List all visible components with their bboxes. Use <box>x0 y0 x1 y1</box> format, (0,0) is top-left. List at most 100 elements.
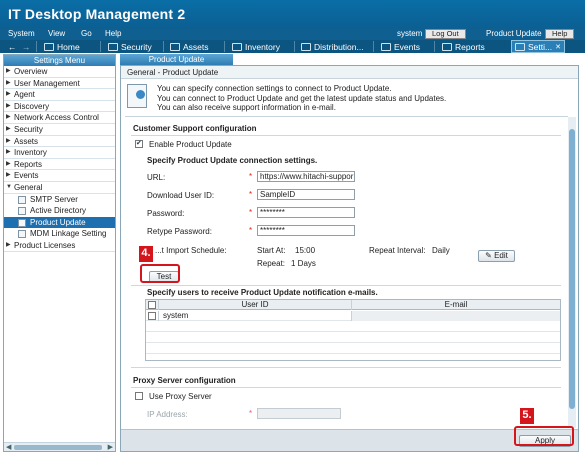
distribution-tab[interactable]: Distribution... <box>301 40 364 53</box>
enable-product-update-checkbox[interactable] <box>135 139 143 148</box>
table-row <box>146 333 560 343</box>
sidebar-item-overview[interactable]: ▶ Overview <box>4 66 115 78</box>
expand-arrow-icon: ▶ <box>6 241 11 248</box>
menu-go[interactable]: Go <box>81 29 92 38</box>
required-marker: * <box>249 208 253 217</box>
edit-button-label: Edit <box>494 251 508 260</box>
sidebar-item-product-update[interactable]: Product Update <box>4 216 115 229</box>
action-bar: Apply <box>121 429 578 451</box>
scrollbar-thumb[interactable] <box>14 445 102 450</box>
distribution-icon <box>301 42 311 51</box>
download-user-id-input[interactable]: SampleID <box>257 189 355 200</box>
assets-tab[interactable]: Assets <box>170 40 209 53</box>
menu-help[interactable]: Help <box>105 29 121 38</box>
app-title: IT Desktop Management 2 <box>8 6 186 22</box>
sidebar-item-label: Events <box>14 171 39 181</box>
table-row <box>146 344 560 354</box>
sidebar-item-product-licenses[interactable]: ▶ Product Licenses <box>4 240 115 252</box>
reports-tab[interactable]: Reports <box>442 40 485 53</box>
column-header-email[interactable]: E-mail <box>352 300 560 310</box>
sidebar-item-smtp-server[interactable]: SMTP Server <box>4 194 115 206</box>
row-checkbox[interactable] <box>148 312 156 320</box>
toolbar-separator <box>373 41 374 52</box>
password-input[interactable]: ******** <box>257 207 355 218</box>
reports-icon <box>442 42 452 51</box>
password-label: Password: <box>147 209 185 218</box>
expand-arrow-icon: ▶ <box>6 172 11 179</box>
back-arrow-icon: ← <box>8 41 17 52</box>
events-tab[interactable]: Events <box>381 40 420 53</box>
product-update-link[interactable]: Product Update <box>486 29 542 38</box>
scroll-left-icon[interactable]: ◀ <box>6 443 11 451</box>
toolbar-separator <box>294 41 295 52</box>
scroll-right-icon[interactable]: ▶ <box>108 443 113 451</box>
sidebar-item-events[interactable]: ▶ Events <box>4 170 115 182</box>
sidebar-item-label: MDM Linkage Setting <box>30 229 107 239</box>
proxy-title: Proxy Server configuration <box>133 376 236 385</box>
info-line: You can specify connection settings to c… <box>157 84 392 93</box>
sidebar-item-discovery[interactable]: ▶ Discovery <box>4 101 115 113</box>
toolbar-separator <box>434 41 435 52</box>
back-button[interactable]: ← <box>8 40 17 53</box>
ip-address-label: IP Address: <box>147 410 188 419</box>
pencil-icon: ✎ <box>485 251 492 260</box>
security-tab[interactable]: Security <box>108 40 152 53</box>
required-marker: * <box>249 190 253 199</box>
info-line: You can also receive support information… <box>157 103 336 112</box>
toolbar-separator <box>224 41 225 52</box>
sidebar-item-assets[interactable]: ▶ Assets <box>4 136 115 148</box>
info-line: You can connect to Product Update and ge… <box>157 93 447 103</box>
inventory-tab[interactable]: Inventory <box>232 40 280 53</box>
ip-address-input[interactable] <box>257 408 341 419</box>
apply-button-callout <box>514 426 574 446</box>
menu-view[interactable]: View <box>48 29 65 38</box>
use-proxy-label: Use Proxy Server <box>149 392 212 401</box>
edit-schedule-button[interactable]: ✎ Edit <box>478 250 515 262</box>
use-proxy-checkbox[interactable] <box>135 392 143 400</box>
required-marker: * <box>249 409 253 418</box>
events-label: Events <box>394 41 420 52</box>
logout-button[interactable]: Log Out <box>425 29 466 39</box>
close-icon[interactable]: ✕ <box>555 43 561 51</box>
sidebar-item-active-directory[interactable]: Active Directory <box>4 205 115 217</box>
sidebar-item-mdm-linkage-setting[interactable]: MDM Linkage Setting <box>4 228 115 240</box>
forward-button[interactable]: → <box>22 40 31 53</box>
sidebar-item-label: User Management <box>14 78 80 88</box>
customer-support-title: Customer Support configuration <box>133 124 257 133</box>
notification-users-table: User ID E-mail system <box>145 299 561 361</box>
retype-password-label: Retype Password: <box>147 227 212 236</box>
menu-system[interactable]: System <box>8 29 35 38</box>
toolbar-separator <box>163 41 164 52</box>
expand-arrow-icon: ▶ <box>6 114 11 121</box>
collapse-arrow-icon: ▼ <box>6 183 12 190</box>
sidebar-item-label: Security <box>14 124 43 134</box>
scrollbar-thumb[interactable] <box>569 129 575 409</box>
home-tab[interactable]: Home <box>44 40 80 53</box>
email-cell <box>352 311 560 321</box>
sidebar-item-inventory[interactable]: ▶ Inventory <box>4 147 115 159</box>
table-row[interactable]: system <box>146 311 560 321</box>
sidebar-item-reports[interactable]: ▶ Reports <box>4 159 115 171</box>
home-label: Home <box>57 41 80 52</box>
select-all-checkbox-cell[interactable] <box>146 300 159 310</box>
tab-product-update[interactable]: Product Update <box>120 54 233 65</box>
required-marker: * <box>249 226 253 235</box>
expand-arrow-icon: ▶ <box>6 137 11 144</box>
table-row <box>146 322 560 332</box>
url-input[interactable]: https://www.hitachi-suppor <box>257 171 355 182</box>
select-all-checkbox[interactable] <box>148 301 156 309</box>
main-vertical-scrollbar[interactable] <box>568 117 576 428</box>
sidebar-item-network-access-control[interactable]: ▶ Network Access Control <box>4 112 115 124</box>
retype-password-input[interactable]: ******** <box>257 225 355 236</box>
sidebar-item-general[interactable]: ▼ General <box>4 182 115 194</box>
expand-arrow-icon: ▶ <box>6 79 11 86</box>
sidebar-item-security[interactable]: ▶ Security <box>4 124 115 136</box>
sidebar-item-user-management[interactable]: ▶ User Management <box>4 78 115 90</box>
help-button[interactable]: Help <box>545 29 575 39</box>
row-checkbox-cell[interactable] <box>146 311 159 321</box>
settings-tab[interactable]: Setti... ✕ <box>511 40 565 53</box>
sidebar-horizontal-scrollbar[interactable]: ◀ ▶ <box>4 442 115 451</box>
sidebar-item-agent[interactable]: ▶ Agent <box>4 89 115 101</box>
column-header-user-id[interactable]: User ID <box>159 300 352 310</box>
sidebar-header: Settings Menu <box>4 55 115 66</box>
